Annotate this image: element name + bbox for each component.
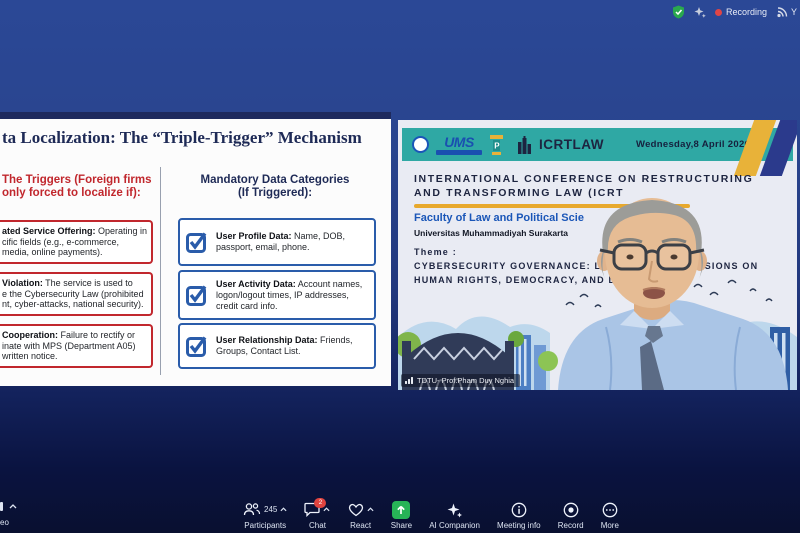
university-line: Universitas Muhammadiyah Surakarta xyxy=(414,228,568,238)
category-box-2: User Activity Data: Account names, logon… xyxy=(178,270,376,320)
triggers-heading: The Triggers (Foreign firms only forced … xyxy=(2,174,152,200)
participants-count: 245 xyxy=(264,505,277,514)
trigger-box-2: Violation: The service is used to e the … xyxy=(0,272,153,316)
participant-name-tag: TDTU- Prof.Pham Duy Nghia xyxy=(401,374,520,387)
livestream-indicator: Y xyxy=(776,7,798,18)
ai-sparkle-status-icon xyxy=(694,6,706,18)
meeting-info-button[interactable]: Meeting info xyxy=(497,501,541,530)
video-chevron-up-icon[interactable] xyxy=(9,504,17,509)
ums-logo: UMS xyxy=(436,135,482,155)
more-ellipsis-icon xyxy=(602,502,618,518)
share-button[interactable]: Share xyxy=(391,501,412,530)
speaker-video-tile: UMS P ICRTLAW Wednesday,8 April 2026 INT… xyxy=(398,120,797,390)
broadcast-icon xyxy=(776,7,788,18)
info-icon xyxy=(511,502,527,518)
categories-heading: Mandatory Data Categories (If Triggered)… xyxy=(166,174,384,200)
record-icon xyxy=(563,502,579,518)
share-screen-icon xyxy=(392,501,410,519)
category-box-1: User Profile Data: Name, DOB, passport, … xyxy=(178,218,376,266)
ums-tagline-chip xyxy=(436,150,482,155)
checkbox-checked-icon xyxy=(186,284,208,306)
record-button[interactable]: Record xyxy=(558,501,584,530)
more-button[interactable]: More xyxy=(601,501,619,530)
slide-top-bar xyxy=(0,112,391,119)
speaker-avatar xyxy=(548,195,797,390)
meeting-status-bar: Recording Y xyxy=(672,5,800,19)
meeting-toolbar: eo 245 Participants xyxy=(0,491,800,533)
svg-text:P: P xyxy=(494,141,500,150)
category-box-3: User Relationship Data: Friends, Groups,… xyxy=(178,323,376,369)
conference-date: Wednesday,8 April 2026 xyxy=(636,139,750,150)
video-button-label-fragment[interactable]: eo xyxy=(0,518,9,527)
participant-name: TDTU- Prof.Pham Duy Nghia xyxy=(417,376,514,385)
trigger-box-1: ated Service Offering: Operating in cifi… xyxy=(0,220,153,264)
trigger-box-3: Cooperation: Failure to rectify or inate… xyxy=(0,324,153,368)
react-button[interactable]: React xyxy=(348,501,374,530)
ums-emblem-icon xyxy=(412,136,429,153)
checkbox-checked-icon xyxy=(186,335,208,357)
video-button-fragment-icon[interactable] xyxy=(0,502,3,511)
chat-button[interactable]: 2 Chat xyxy=(304,501,330,530)
slide-column-divider xyxy=(160,167,161,375)
shared-screen-slide: ta Localization: The “Triple-Trigger” Me… xyxy=(0,112,391,386)
participants-button[interactable]: 245 Participants xyxy=(243,501,287,530)
react-chevron-icon[interactable] xyxy=(367,507,374,512)
theme-label: Theme : xyxy=(414,247,457,257)
recording-dot-icon xyxy=(715,9,722,16)
chat-chevron-icon[interactable] xyxy=(323,507,330,512)
icrtlaw-building-icon xyxy=(517,136,532,154)
checkbox-checked-icon xyxy=(186,231,208,253)
recording-indicator: Recording xyxy=(715,7,767,17)
icrtlaw-logo-text: ICRTLAW xyxy=(539,137,604,152)
slide-title: ta Localization: The “Triple-Trigger” Me… xyxy=(2,128,362,148)
ai-companion-button[interactable]: AI Companion xyxy=(429,501,480,530)
participants-icon xyxy=(243,502,261,517)
encryption-shield-icon xyxy=(672,5,685,19)
participants-chevron-icon[interactable] xyxy=(280,507,287,512)
signal-bars-icon xyxy=(405,377,413,384)
pillar-logo-icon: P xyxy=(489,134,504,156)
ai-companion-icon xyxy=(447,502,463,518)
recording-label: Recording xyxy=(726,7,767,17)
livestream-label-fragment: Y xyxy=(791,7,798,17)
heart-icon xyxy=(348,503,364,517)
